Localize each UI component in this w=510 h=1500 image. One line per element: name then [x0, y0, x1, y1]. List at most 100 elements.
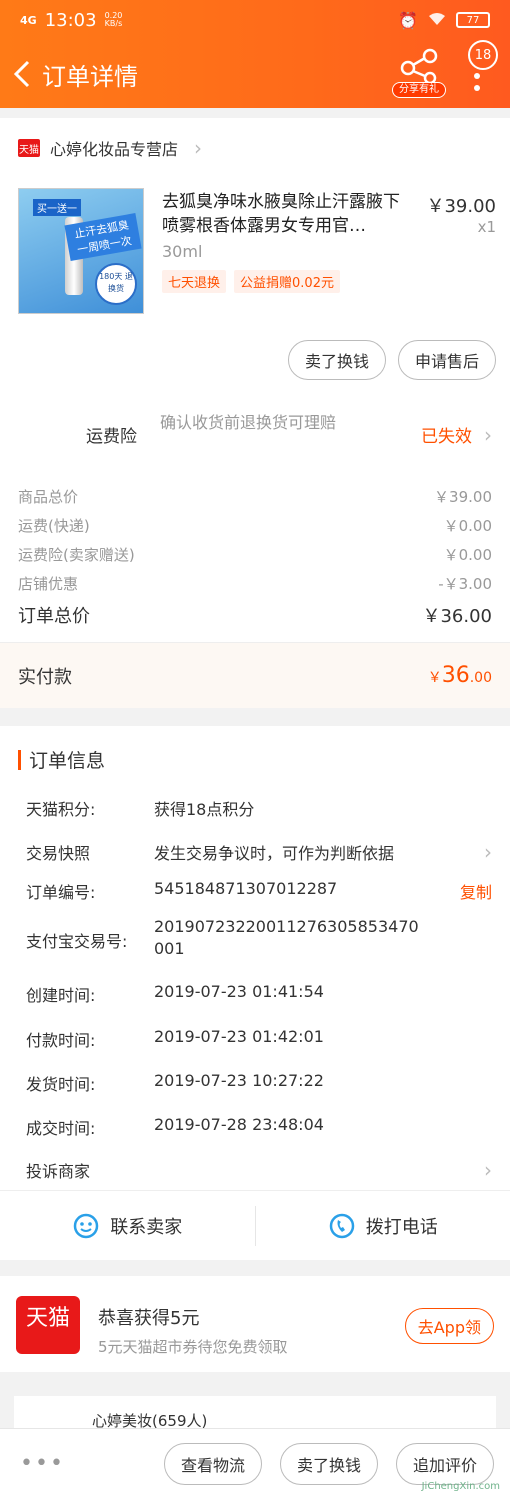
back-button[interactable] [4, 54, 40, 94]
bottom-action-bar: ••• 查看物流 卖了换钱 追加评价 JiChengXin.com [0, 1428, 510, 1500]
contact-seller-button[interactable]: 联系卖家 [0, 1191, 255, 1260]
paid-label: 实付款 [18, 666, 72, 688]
info-label: 成交时间: [26, 1119, 96, 1138]
product-name[interactable]: 去狐臭净味水腋臭除止汗露腋下喷雾根香体露男女专用官… [162, 190, 412, 238]
sell-swap-bottom-button[interactable]: 卖了换钱 [280, 1443, 379, 1485]
share-button[interactable]: 分享有礼 [392, 48, 446, 98]
info-label: 发货时间: [26, 1075, 96, 1094]
tmall-logo: 天猫 [16, 1296, 80, 1354]
more-actions-icon[interactable]: ••• [20, 1451, 65, 1476]
after-sale-button[interactable]: 申请售后 [397, 340, 496, 380]
chevron-left-icon [13, 60, 30, 88]
order-card: 天猫 心婷化妆品专营店 › 买一送一 止汗去狐臭 一周喷一次 180天 退换货 … [0, 118, 510, 708]
paid-time-row: 付款时间: 2019-07-23 01:42:01 [26, 1027, 492, 1051]
info-label: 交易快照 [26, 844, 91, 863]
paid-integer: 36 [441, 663, 470, 688]
info-value: 545184871307012287 [154, 879, 338, 898]
insurance-label: 运费险 [86, 427, 137, 447]
product-tags: 七天退换 公益捐赠0.02元 [162, 270, 340, 293]
summary-row: 运费险(卖家赠送) ￥0.00 [18, 544, 492, 565]
wifi-icon [428, 11, 446, 30]
image-promo-tag: 买一送一 [33, 199, 81, 216]
summary-label: 运费险(卖家赠送) [18, 546, 135, 564]
call-button[interactable]: 拨打电话 [256, 1191, 510, 1260]
nav-header: 订单详情 分享有礼 18 [0, 40, 510, 100]
more-menu-button[interactable]: 18 [462, 40, 498, 92]
product-spec: 30ml [162, 242, 203, 261]
product-image[interactable]: 买一送一 止汗去狐臭 一周喷一次 180天 退换货 [18, 188, 144, 314]
info-label: 天猫积分: [26, 800, 96, 819]
snapshot-row[interactable]: 交易快照 发生交易争议时，可作为判断依据 › [26, 840, 492, 864]
insurance-desc: 确认收货前退换货可理赔 [160, 413, 337, 432]
summary-value: -￥3.00 [438, 575, 492, 593]
contact-seller-label: 联系卖家 [110, 1216, 183, 1238]
network-speed: 0.20 KB/s [105, 12, 123, 28]
insurance-status-text: 已失效 [421, 427, 472, 447]
points-row: 天猫积分: 获得18点积分 [26, 796, 492, 820]
tmall-badge: 天猫 [18, 139, 40, 157]
product-tag: 七天退换 [162, 270, 227, 293]
info-label: 支付宝交易号: [26, 932, 128, 951]
complain-row[interactable]: 投诉商家 › [26, 1158, 492, 1182]
alarm-icon: ⏰ [398, 10, 418, 30]
claim-coupon-button[interactable]: 去App领 [404, 1308, 494, 1344]
view-logistics-button[interactable]: 查看物流 [164, 1443, 263, 1485]
more-vertical-icon [474, 73, 480, 91]
chevron-right-icon: › [484, 1158, 492, 1182]
product-price: ￥39.00 [426, 196, 496, 217]
speed-unit: KB/s [104, 19, 123, 28]
shop-name: 心婷化妆品专营店 [50, 140, 179, 159]
paid-amount: ￥36.00 [428, 663, 492, 688]
summary-row: 店铺优惠 -￥3.00 [18, 573, 492, 594]
sell-swap-button[interactable]: 卖了换钱 [287, 340, 386, 380]
image-return-seal: 180天 退换货 [95, 263, 137, 305]
chevron-right-icon: › [484, 840, 492, 864]
info-value: 20190723220011276305853470001 [154, 917, 419, 958]
order-info-section: 订单信息 天猫积分: 获得18点积分 交易快照 发生交易争议时，可作为判断依据 … [0, 726, 510, 1260]
promo-banner: 天猫 恭喜获得5元 5元天猫超市券待您免费领取 去App领 [0, 1276, 510, 1372]
paid-currency: ￥ [427, 670, 442, 686]
share-label: 分享有礼 [392, 82, 446, 98]
order-total-label: 订单总价 [18, 606, 90, 627]
contact-bar: 联系卖家 拨打电话 [0, 1190, 510, 1260]
share-icon [400, 48, 438, 85]
order-total-value: ￥36.00 [422, 606, 492, 627]
item-actions: 卖了换钱 申请售后 [287, 340, 496, 380]
add-review-button[interactable]: 追加评价 [396, 1443, 495, 1485]
created-row: 创建时间: 2019-07-23 01:41:54 [26, 982, 492, 1006]
summary-row: 商品总价 ￥39.00 [18, 486, 492, 507]
done-row: 成交时间: 2019-07-28 23:48:04 [26, 1115, 492, 1139]
summary-row: 运费(快递) ￥0.00 [18, 515, 492, 536]
alipay-row: 支付宝交易号: 20190723220011276305853470001 [26, 916, 492, 960]
shop-row[interactable]: 天猫 心婷化妆品专营店 › [18, 136, 202, 160]
summary-label: 商品总价 [18, 488, 79, 506]
watermark: JiChengXin.com [421, 1481, 500, 1492]
info-value: 发生交易争议时，可作为判断依据 [154, 844, 395, 863]
page-title: 订单详情 [42, 62, 138, 91]
top-bar: 4G 13:03 0.20 KB/s ⏰ 77 订单详情 分享有礼 18 [0, 0, 510, 108]
promo-desc: 5元天猫超市券待您免费领取 [98, 1338, 288, 1356]
paid-row: 实付款 ￥36.00 [0, 642, 510, 708]
summary-label: 店铺优惠 [18, 575, 79, 593]
chevron-right-icon: › [194, 136, 203, 160]
section-accent-bar [18, 749, 21, 770]
status-bar: 4G 13:03 0.20 KB/s ⏰ 77 [20, 8, 490, 32]
info-label: 付款时间: [26, 1031, 96, 1050]
insurance-status[interactable]: 已失效 › [421, 422, 492, 448]
info-value: 2019-07-23 10:27:22 [154, 1071, 324, 1090]
summary-value: ￥39.00 [434, 488, 492, 506]
info-value: 2019-07-23 01:41:54 [154, 982, 324, 1001]
promo-title: 恭喜获得5元 [98, 1308, 200, 1329]
info-label: 订单编号: [26, 883, 96, 902]
info-label: 投诉商家 [26, 1162, 91, 1181]
signal-indicator: 4G [20, 13, 37, 27]
order-info-title: 订单信息 [29, 750, 106, 772]
info-value: 2019-07-23 01:42:01 [154, 1027, 324, 1046]
battery-icon: 77 [456, 12, 490, 28]
copy-button[interactable]: 复制 [460, 879, 492, 903]
summary-value: ￥0.00 [443, 517, 492, 535]
summary-value: ￥0.00 [443, 546, 492, 564]
call-label: 拨打电话 [365, 1216, 438, 1238]
info-label: 创建时间: [26, 986, 96, 1005]
info-value: 获得18点积分 [154, 800, 255, 819]
